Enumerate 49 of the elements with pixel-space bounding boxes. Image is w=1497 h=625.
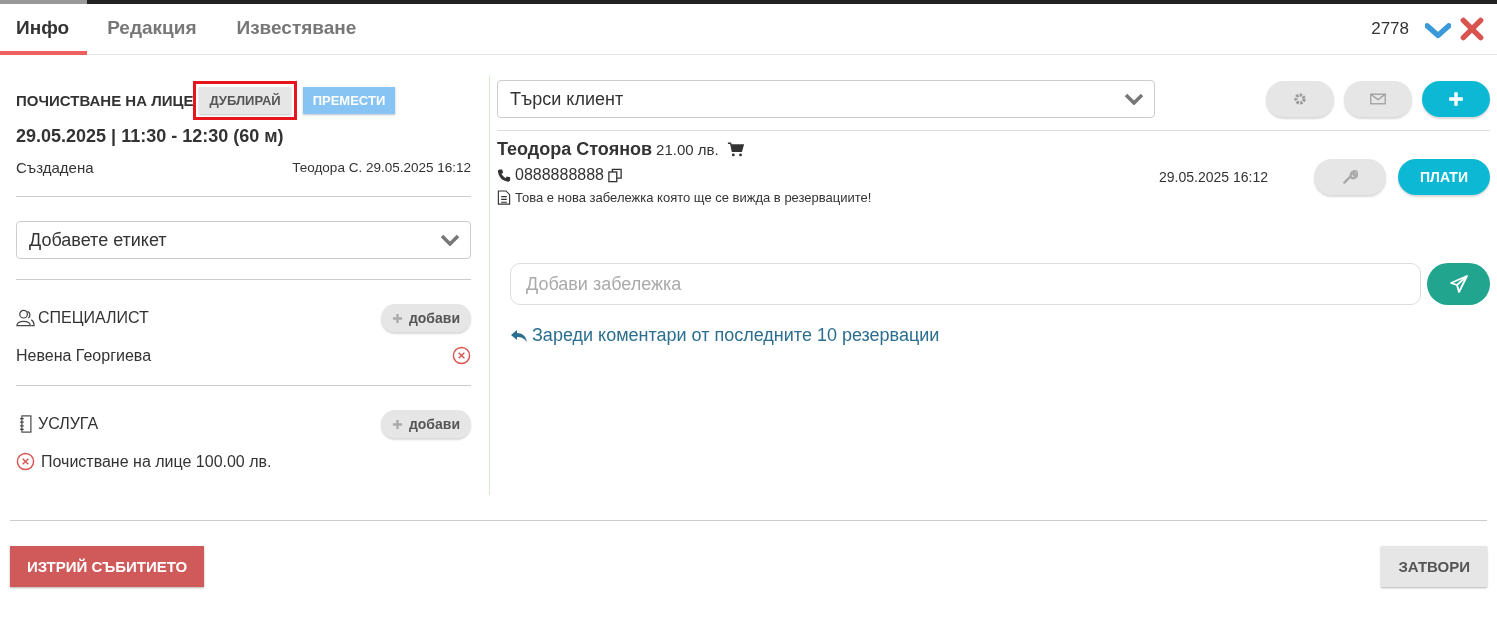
record-id: 2778 — [1371, 19, 1409, 39]
tag-select[interactable]: Добавете етикет — [16, 221, 471, 259]
duplicate-button[interactable]: ДУБЛИРАЙ — [199, 86, 291, 114]
remove-icon[interactable] — [452, 346, 471, 365]
tab[interactable]: Известяване — [216, 4, 377, 55]
reply-arrow-icon — [510, 328, 528, 343]
event-datetime: 29.05.2025 | 11:30 - 12:30 (60 м) — [16, 126, 285, 147]
assigned-item: Почистване на лице 100.00 лв. — [41, 452, 272, 471]
settings-icon — [1292, 91, 1308, 107]
event-status: Създадена — [16, 159, 94, 176]
event-title: ПОЧИСТВАНЕ НА ЛИЦЕ — [16, 91, 194, 109]
close-icon[interactable] — [1459, 16, 1485, 42]
chevron-down-icon — [1124, 93, 1144, 105]
section-heading: СПЕЦИАЛИСТ — [38, 309, 149, 327]
assigned-item: Невена Георгиева — [16, 346, 152, 365]
add-button[interactable]: добави — [380, 304, 471, 332]
remove-icon[interactable] — [16, 452, 35, 471]
client-date: 29.05.2025 16:12 — [1159, 169, 1268, 185]
client-note: Това е нова забележка която ще се вижда в резервациите! — [515, 190, 872, 205]
client-phone: 0888888888 — [515, 166, 604, 184]
email-button[interactable] — [1344, 81, 1412, 117]
plus-icon — [1448, 91, 1464, 107]
plus-icon — [391, 312, 403, 324]
people-icon — [16, 309, 35, 327]
section-heading: УСЛУГА — [38, 415, 99, 433]
paper-plane-icon — [1448, 274, 1469, 294]
phone-icon — [497, 167, 511, 183]
settings-button[interactable] — [1266, 81, 1334, 117]
chevron-down-icon — [440, 234, 460, 246]
created-by: Теодора С. 29.05.2025 16:12 — [292, 160, 471, 175]
copy-icon[interactable] — [608, 167, 622, 183]
client-search-select[interactable]: Търси клиент — [497, 80, 1155, 118]
delete-event-button[interactable]: ИЗТРИЙ СЪБИТИЕТО — [10, 546, 205, 587]
load-comments-link[interactable]: Зареди коментари от последните 10 резервации — [510, 325, 940, 346]
tools-button[interactable] — [1314, 159, 1386, 195]
add-client-button[interactable] — [1422, 81, 1490, 117]
note-input[interactable]: Добави забележка — [510, 263, 1421, 305]
tab[interactable]: Инфо — [0, 4, 88, 55]
wrench-icon — [1342, 169, 1358, 185]
add-button[interactable]: добави — [380, 410, 471, 438]
tab[interactable]: Редакция — [87, 4, 217, 55]
envelope-icon — [1370, 91, 1386, 107]
cart-icon[interactable] — [726, 142, 745, 157]
plus-icon — [391, 418, 403, 430]
client-amount: 21.00 лв. — [656, 141, 719, 158]
send-button[interactable] — [1427, 263, 1490, 305]
client-name: Теодора Стоянов — [497, 139, 653, 160]
close-button[interactable]: ЗАТВОРИ — [1381, 546, 1487, 587]
document-icon — [497, 190, 511, 205]
